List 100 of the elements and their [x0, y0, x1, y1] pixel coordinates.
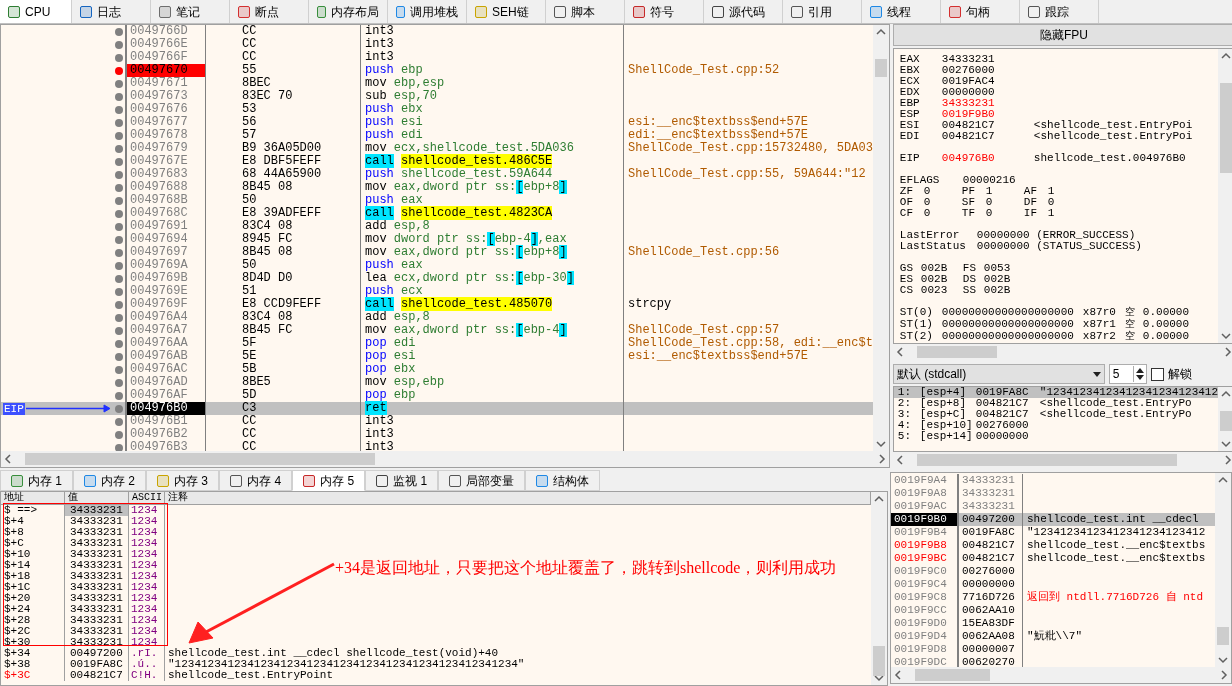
tab[interactable]: CPU	[0, 0, 72, 23]
value-cell[interactable]: 34333231	[65, 637, 129, 648]
flag-value[interactable]: 1	[1047, 208, 1055, 219]
scrollbar-thumb[interactable]	[873, 646, 885, 676]
scrollbar-thumb[interactable]	[915, 669, 990, 681]
column-header[interactable]: ASCII	[132, 492, 162, 503]
tab[interactable]: 内存 5	[292, 470, 366, 491]
value-cell[interactable]: 34333231	[65, 582, 129, 593]
chevron-icon[interactable]	[4, 454, 12, 464]
stack-address[interactable]: 0019F9BC	[891, 552, 957, 565]
register-value[interactable]: 34333231	[941, 98, 1034, 109]
argument-row[interactable]: 1: [esp+4] 0019FA8C "12341234123412341234123412	[893, 387, 1219, 398]
stack-address[interactable]: 0019F9B8	[891, 539, 957, 552]
spin-down-icon[interactable]	[1135, 375, 1144, 380]
argument-row[interactable]: 2: [esp+8] 004821C7 <shellcode_test.EntryPo	[893, 398, 1219, 409]
chevron-icon[interactable]	[1224, 455, 1232, 465]
column-header[interactable]: 注释	[168, 492, 188, 503]
flag-value[interactable]: 0	[985, 197, 993, 208]
segment-value[interactable]: 002B	[983, 285, 1011, 296]
stack-address[interactable]: 0019F9B4	[891, 526, 957, 539]
scrollbar[interactable]	[872, 25, 889, 451]
chevron-icon[interactable]	[1221, 332, 1232, 340]
stack-address[interactable]: 0019F9A8	[891, 487, 957, 500]
scrollbar-thumb[interactable]	[1220, 83, 1232, 173]
convention-select[interactable]: 默认 (stdcall)	[892, 364, 1105, 384]
segment-value[interactable]: 002B	[983, 274, 1011, 285]
tab[interactable]: 结构体	[525, 470, 601, 491]
chevron-icon[interactable]	[1221, 440, 1232, 448]
dropdown-arrow-icon[interactable]	[1092, 371, 1101, 377]
chevron-icon[interactable]	[1218, 476, 1228, 484]
stack-address[interactable]: 0019F9C4	[891, 578, 957, 591]
flag-value[interactable]: 0	[923, 197, 931, 208]
tab[interactable]: 内存 3	[146, 470, 220, 491]
value-cell[interactable]: 34333231	[65, 505, 129, 516]
argument-row[interactable]: 3: [esp+C] 004821C7 <shellcode_test.EntryPo	[893, 409, 1219, 420]
value-cell[interactable]: 34333231	[65, 516, 129, 527]
scrollbar[interactable]	[871, 492, 887, 685]
scrollbar[interactable]	[1215, 473, 1231, 667]
argument-row[interactable]: 4: [esp+10] 00276000	[893, 420, 1219, 431]
stack-address[interactable]: 0019F9C8	[891, 591, 957, 604]
register-value[interactable]: 34333231	[941, 54, 1034, 65]
register-value[interactable]: 00000216	[962, 175, 1016, 186]
value-cell[interactable]: 00497200	[65, 648, 129, 659]
segment-value[interactable]: 0053	[983, 263, 1011, 274]
chevron-icon[interactable]	[875, 28, 886, 36]
hide-fpu-button[interactable]: 隐藏FPU	[892, 24, 1232, 46]
scrollbar[interactable]	[1218, 387, 1232, 451]
scrollbar-thumb[interactable]	[916, 346, 997, 358]
segment-value[interactable]: 0023	[920, 285, 948, 296]
argument-count-spinner[interactable]: 5	[1108, 364, 1147, 384]
tab[interactable]: 内存 4	[219, 470, 293, 491]
stack-address[interactable]: 0019F9B0	[891, 513, 957, 526]
spin-up-icon[interactable]	[1135, 368, 1144, 373]
scrollbar-thumb[interactable]	[1220, 411, 1232, 431]
register-value[interactable]: 0019FAC4	[941, 76, 1034, 87]
flag-value[interactable]: 0	[985, 208, 993, 219]
value-cell[interactable]: 34333231	[65, 626, 129, 637]
stack-address[interactable]: 0019F9C0	[891, 565, 957, 578]
tab[interactable]: 监视 1	[365, 470, 439, 491]
chevron-icon[interactable]	[874, 495, 884, 503]
stack-address[interactable]: 0019F9CC	[891, 604, 957, 617]
scrollbar[interactable]	[1, 451, 889, 467]
register-value[interactable]: 004821C7	[941, 120, 1034, 131]
value-cell[interactable]: 0019FA8C	[65, 659, 129, 670]
flag-value[interactable]: 1	[985, 186, 993, 197]
flag-value[interactable]: 1	[1047, 186, 1055, 197]
value-cell[interactable]: 34333231	[65, 560, 129, 571]
scrollbar-thumb[interactable]	[874, 59, 887, 77]
column-header[interactable]: 值	[68, 492, 78, 503]
scrollbar[interactable]	[891, 667, 1231, 683]
segment-value[interactable]: 002B	[920, 263, 948, 274]
stack-address[interactable]: 0019F9D8	[891, 643, 957, 656]
register-value[interactable]: 004976B0	[941, 153, 1034, 164]
segment-value[interactable]: 002B	[920, 274, 948, 285]
stack-address[interactable]: 0019F9AC	[891, 500, 957, 513]
value-cell[interactable]: 34333231	[65, 549, 129, 560]
value-cell[interactable]: 34333231	[65, 615, 129, 626]
register-value[interactable]: 00276000	[941, 65, 1034, 76]
column-header[interactable]: 地址	[4, 492, 24, 503]
value-cell[interactable]: 004821C7	[65, 670, 129, 681]
register-value[interactable]: 00000000	[941, 87, 1034, 98]
chevron-icon[interactable]	[895, 347, 904, 357]
value-cell[interactable]: 34333231	[65, 527, 129, 538]
scrollbar-thumb[interactable]	[25, 453, 375, 465]
stack-address[interactable]: 0019F9DC	[891, 656, 957, 667]
flag-value[interactable]: 0	[923, 186, 931, 197]
stack-address[interactable]: 0019F9A4	[891, 474, 957, 487]
value-cell[interactable]: 34333231	[65, 604, 129, 615]
scrollbar[interactable]	[1218, 49, 1232, 343]
tab[interactable]: 内存 2	[73, 470, 147, 491]
argument-row[interactable]: 5: [esp+14] 00000000	[893, 431, 1219, 442]
unlock-checkbox[interactable]	[1150, 367, 1164, 381]
value-cell[interactable]: 34333231	[65, 593, 129, 604]
scrollbar-thumb[interactable]	[916, 454, 1177, 466]
value-cell[interactable]: 34333231	[65, 538, 129, 549]
stack-address[interactable]: 0019F9D4	[891, 630, 957, 643]
register-value[interactable]: 0019F9B0	[941, 109, 1034, 120]
register-value[interactable]: 004821C7	[941, 131, 1034, 142]
value-cell[interactable]: 34333231	[65, 571, 129, 582]
tab[interactable]: 内存 1	[0, 470, 73, 491]
